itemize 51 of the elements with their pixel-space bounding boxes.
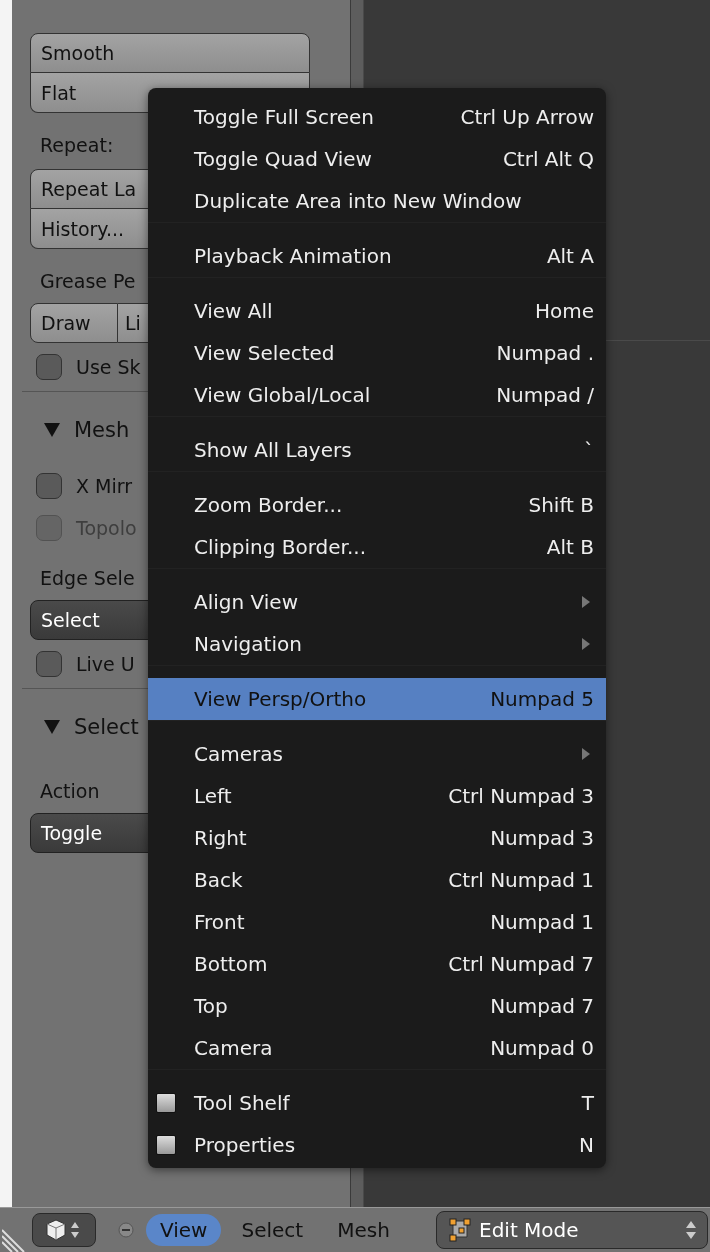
menu-item-label: Duplicate Area into New Window [194, 189, 523, 213]
menu-item-label: View Selected [194, 341, 336, 365]
section-label: Repeat: [40, 133, 114, 158]
section-label: Edge Sele [40, 566, 135, 591]
shortcut-label: Shift B [528, 493, 594, 517]
menu-item-label: Left [194, 784, 233, 808]
menu-item-label: Front [194, 910, 246, 934]
panel-title: Mesh [74, 418, 130, 442]
menu-item-label: Right [194, 826, 248, 850]
shortcut-label: Home [534, 299, 594, 323]
menu-item-label: Camera [194, 1036, 274, 1060]
menu-item-label: Back [194, 868, 244, 892]
menu-item-label: Tool Shelf [194, 1091, 291, 1115]
menu-item-label: Align View [194, 590, 299, 614]
menu-item-label: Bottom [194, 952, 269, 976]
menu-item-label: Toggle Quad View [194, 147, 373, 171]
menu-item-label: View All [194, 299, 274, 323]
shortcut-label: N [579, 1133, 594, 1157]
shortcut-label: Numpad 7 [490, 994, 594, 1018]
shortcut-label: Ctrl Numpad 7 [448, 952, 594, 976]
shortcut-label: Numpad 1 [490, 910, 594, 934]
menu-item-label: Toggle Full Screen [194, 105, 375, 129]
shortcut-label: Ctrl Numpad 1 [448, 868, 594, 892]
checkbox-label: X Mirr [76, 475, 133, 497]
shortcut-label: Alt A [546, 244, 594, 268]
menu-item-label: Zoom Border... [194, 493, 344, 517]
shortcut-label: Ctrl Alt Q [502, 147, 594, 171]
section-label: Grease Pe [40, 269, 136, 294]
menu-item-label: Navigation [194, 632, 303, 656]
checkbox-label: Live U [76, 653, 135, 675]
menu-item-label: Top [194, 994, 229, 1018]
shortcut-label: Numpad / [496, 383, 594, 407]
shortcut-label: Numpad . [496, 341, 594, 365]
shortcut-label: Ctrl Numpad 3 [448, 784, 594, 808]
shortcut-label: Numpad 0 [490, 1036, 594, 1060]
menu-item-label: Cameras [194, 742, 284, 766]
shortcut-label: Numpad 3 [490, 826, 594, 850]
section-label: Action [40, 779, 100, 804]
menu-item-label: Playback Animation [194, 244, 393, 268]
menu-item-label: Clipping Border... [194, 535, 368, 559]
checkbox-label: Use Sk [76, 356, 141, 378]
shortcut-label: Alt B [546, 535, 594, 559]
menu-item-label: Properties [194, 1133, 297, 1157]
menu-item-label: Show All Layers [194, 438, 353, 462]
shortcut-label: ` [584, 438, 594, 462]
panel-title: Select [74, 715, 139, 739]
menu-item-label: View Persp/Ortho [194, 687, 368, 711]
shortcut-label: T [581, 1091, 594, 1115]
shortcut-label: Ctrl Up Arrow [460, 105, 594, 129]
shortcut-label: Numpad 5 [490, 687, 594, 711]
menu-item-label: View Global/Local [194, 383, 372, 407]
